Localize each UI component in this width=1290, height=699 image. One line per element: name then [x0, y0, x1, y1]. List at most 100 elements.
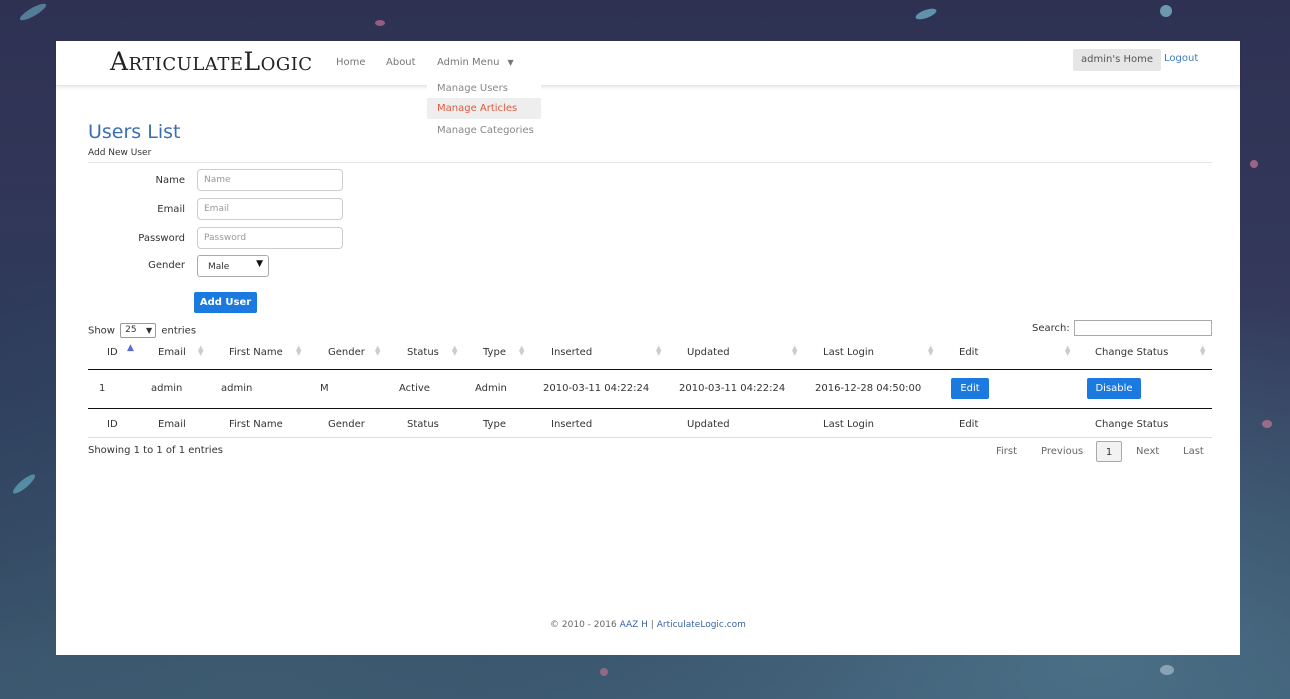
- background-speck: [10, 471, 38, 497]
- dropdown-arrow-icon: ▼: [256, 259, 263, 269]
- footer-column-gender: Gender: [328, 419, 365, 430]
- background-speck: [1160, 665, 1174, 675]
- footer-column-last-login: Last Login: [823, 419, 874, 430]
- column-header-updated[interactable]: Updated: [687, 347, 730, 358]
- footer-column-email: Email: [158, 419, 186, 430]
- background-speck: [1250, 160, 1258, 168]
- cell-status: Active: [399, 383, 430, 394]
- background-speck: [375, 20, 385, 26]
- background-speck: [1160, 5, 1172, 17]
- page-container: ArticulateLogic Home About Admin Menu ▼ a…: [56, 41, 1240, 655]
- top-navbar: ArticulateLogic Home About Admin Menu ▼ a…: [56, 41, 1240, 86]
- column-header-change-status[interactable]: Change Status: [1095, 347, 1168, 358]
- cell-email: admin: [151, 383, 183, 394]
- page-title: Users List: [88, 121, 181, 143]
- sort-icon: ▲ ▼: [296, 344, 302, 357]
- sort-icon: ▲ ▼: [1200, 344, 1206, 357]
- email-input[interactable]: [197, 198, 343, 220]
- page-subtitle: Add New User: [88, 148, 152, 158]
- column-header-edit[interactable]: Edit: [959, 347, 978, 358]
- page-footer: © 2010 - 2016 AAZ H | ArticulateLogic.co…: [56, 620, 1240, 630]
- footer-column-type: Type: [483, 419, 506, 430]
- admin-menu-label: Admin Menu: [437, 57, 500, 68]
- footer-separator: |: [650, 620, 654, 630]
- password-label: Password: [138, 233, 185, 244]
- nav-home[interactable]: Home: [336, 57, 366, 68]
- background-speck: [1262, 420, 1272, 428]
- disable-button[interactable]: Disable: [1087, 378, 1141, 399]
- menu-item-manage-categories[interactable]: Manage Categories: [427, 120, 541, 141]
- column-header-first-name[interactable]: First Name: [229, 347, 283, 358]
- footer-column-id: ID: [107, 419, 118, 430]
- nav-admin-menu[interactable]: Admin Menu ▼: [437, 57, 514, 68]
- cell-type: Admin: [475, 383, 507, 394]
- menu-item-manage-articles[interactable]: Manage Articles: [427, 98, 541, 119]
- admin-home-button[interactable]: admin's Home: [1073, 49, 1161, 71]
- name-input[interactable]: [197, 169, 343, 191]
- column-header-type[interactable]: Type: [483, 347, 506, 358]
- gender-label: Gender: [148, 260, 185, 271]
- table-footer-border: [88, 408, 1212, 409]
- menu-item-manage-users[interactable]: Manage Users: [427, 78, 541, 99]
- search-input[interactable]: [1074, 320, 1212, 336]
- pagination-next[interactable]: Next: [1136, 446, 1159, 457]
- sort-icon: ▲ ▼: [452, 344, 458, 357]
- caret-down-icon: ▼: [507, 58, 514, 67]
- cell-inserted: 2010-03-11 04:22:24: [543, 383, 650, 394]
- table-header-border: [88, 369, 1212, 370]
- nav-about[interactable]: About: [386, 57, 416, 68]
- background-speck: [18, 1, 48, 23]
- column-header-gender[interactable]: Gender: [328, 347, 365, 358]
- sort-icon: ▲ ▼: [1065, 344, 1071, 357]
- footer-column-edit: Edit: [959, 419, 979, 430]
- gender-select[interactable]: Male ▼: [197, 255, 269, 277]
- logout-link[interactable]: Logout: [1164, 53, 1198, 64]
- cell-updated: 2010-03-11 04:22:24: [679, 383, 786, 394]
- pagination-previous[interactable]: Previous: [1041, 446, 1083, 457]
- entries-length-value: 25: [125, 325, 137, 335]
- name-label: Name: [155, 175, 185, 186]
- edit-button[interactable]: Edit: [951, 378, 989, 399]
- site-link[interactable]: ArticulateLogic.com: [657, 620, 746, 630]
- search-label: Search:: [1032, 323, 1070, 334]
- site-logo[interactable]: ArticulateLogic: [110, 47, 313, 76]
- column-header-id[interactable]: ID: [107, 347, 118, 358]
- sort-icon: ▲ ▼: [656, 344, 662, 357]
- author-link[interactable]: AAZ H: [620, 620, 648, 630]
- entries-label: entries: [161, 325, 197, 337]
- pagination-first[interactable]: First: [996, 446, 1017, 457]
- footer-column-status: Status: [407, 419, 439, 430]
- add-user-button[interactable]: Add User: [194, 292, 257, 313]
- cell-gender: M: [320, 383, 329, 394]
- column-header-status[interactable]: Status: [407, 347, 439, 358]
- entries-length-select[interactable]: 25 ▼: [120, 323, 157, 338]
- column-header-email[interactable]: Email: [158, 347, 186, 358]
- table-bottom-border: [88, 437, 1212, 438]
- admin-dropdown-menu: Manage Users Manage Articles Manage Cate…: [427, 78, 541, 142]
- table-info: Showing 1 to 1 of 1 entries: [88, 445, 223, 456]
- footer-column-change-status: Change Status: [1095, 419, 1169, 430]
- dropdown-arrow-icon: ▼: [146, 326, 153, 335]
- sort-icon: ▲ ▼: [519, 344, 525, 357]
- pagination-last[interactable]: Last: [1183, 446, 1204, 457]
- footer-column-first-name: First Name: [229, 419, 283, 430]
- entries-length-control: Show 25 ▼ entries: [88, 323, 196, 338]
- column-header-last-login[interactable]: Last Login: [823, 347, 874, 358]
- cell-id: 1: [99, 383, 106, 394]
- cell-first-name: admin: [221, 383, 253, 394]
- copyright-text: © 2010 - 2016: [550, 620, 617, 630]
- sort-icon: ▲ ▼: [198, 344, 204, 357]
- footer-column-updated: Updated: [687, 419, 730, 430]
- password-input[interactable]: [197, 227, 343, 249]
- cell-last-login: 2016-12-28 04:50:00: [815, 383, 922, 394]
- sort-icon: ▲ ▼: [375, 344, 381, 357]
- column-header-inserted[interactable]: Inserted: [551, 347, 592, 358]
- gender-value: Male: [208, 262, 230, 272]
- pagination-current-page[interactable]: 1: [1096, 441, 1122, 462]
- divider: [88, 162, 1212, 163]
- sort-icon: ▲ ▼: [928, 344, 934, 357]
- show-label: Show: [88, 325, 115, 337]
- background-speck: [600, 668, 608, 676]
- footer-column-inserted: Inserted: [551, 419, 593, 430]
- background-speck: [914, 6, 938, 22]
